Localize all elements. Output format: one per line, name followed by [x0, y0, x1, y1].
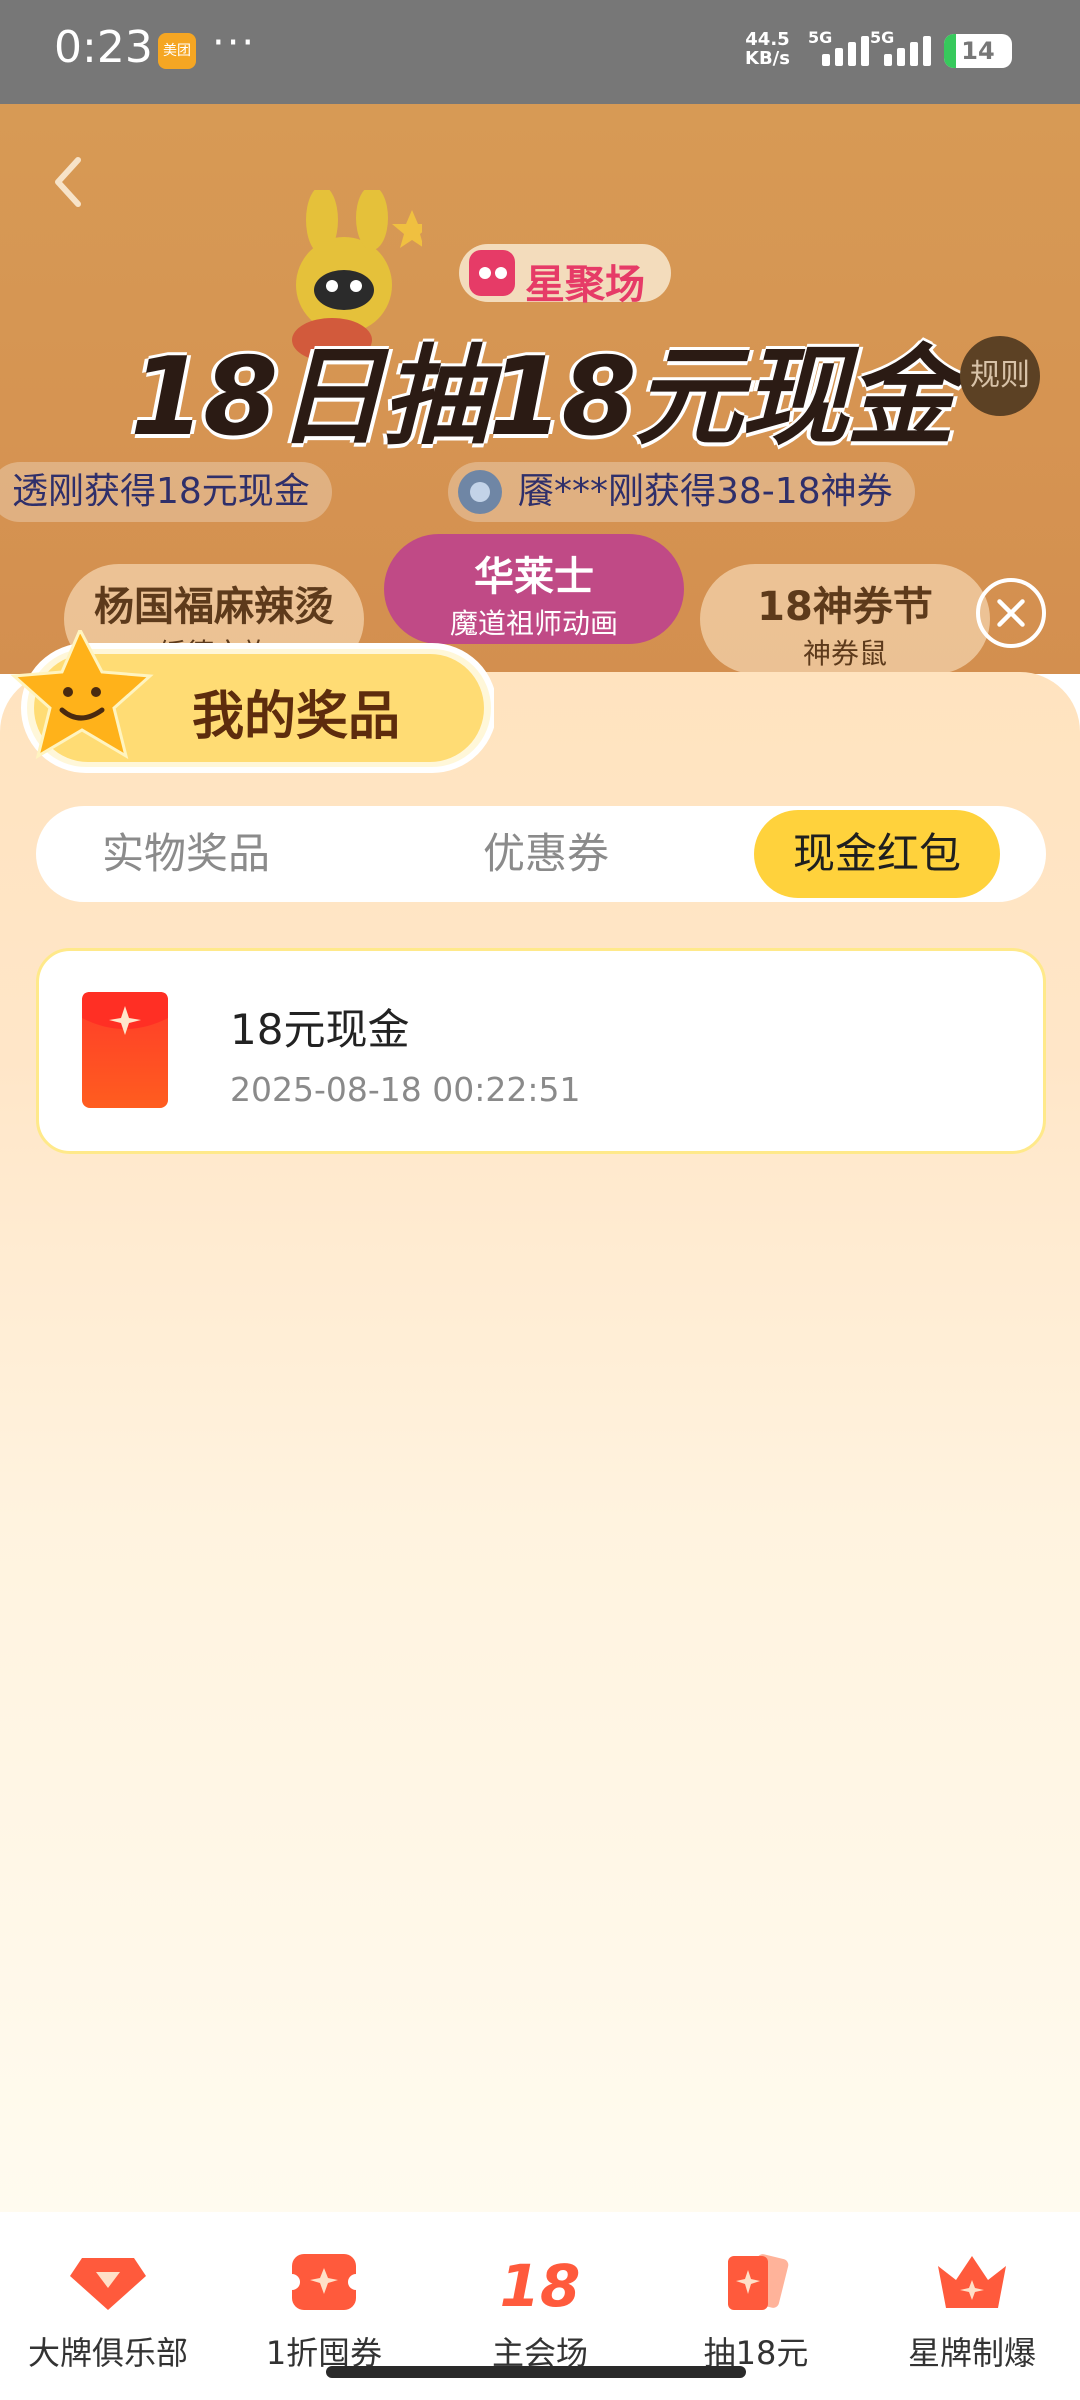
- back-arrow-icon[interactable]: [48, 152, 88, 212]
- nav-label: 大牌俱乐部: [27, 2334, 188, 2372]
- nav-star-brands[interactable]: 星牌制爆: [864, 2250, 1080, 2374]
- more-notifications-icon: ···: [212, 20, 257, 66]
- svg-text:18: 18: [500, 2252, 580, 2314]
- winner-ticker-item: 透刚获得18元现金: [0, 462, 332, 522]
- crown-icon: [938, 2256, 1006, 2308]
- my-prizes-panel: [0, 672, 1080, 2212]
- status-time: 0:23: [54, 22, 153, 73]
- brand-name: 星聚场: [525, 262, 645, 308]
- ticket-icon: [284, 2254, 364, 2310]
- winner-ticker-item: 餍***刚获得38-18神券: [448, 462, 915, 522]
- eighteen-icon: 18: [500, 2252, 580, 2314]
- banner-title: 18日抽18元现金: [130, 335, 955, 460]
- tab-cash-red-packets[interactable]: 现金红包: [754, 810, 1000, 898]
- nav-main-venue[interactable]: 18 主会场: [432, 2250, 648, 2374]
- tab-coupons[interactable]: 优惠券: [426, 806, 666, 902]
- chip-title: 杨国福麻辣烫: [94, 584, 334, 630]
- red-packet-icon: [82, 992, 168, 1108]
- prize-card[interactable]: [36, 948, 1046, 1154]
- panel-title: 我的奖品: [192, 687, 401, 747]
- rules-button[interactable]: 规则: [960, 336, 1040, 416]
- prize-tabs: 实物奖品 优惠券 现金红包: [36, 806, 1046, 902]
- signal-strength-icon-2: [884, 34, 944, 66]
- brand-chip-selected[interactable]: 华莱士 魔道祖师动画: [384, 534, 684, 644]
- tab-physical-prizes[interactable]: 实物奖品: [66, 806, 306, 902]
- ticker-text: 餍***刚获得38-18神券: [518, 471, 893, 512]
- prize-timestamp: 2025-08-18 00:22:51: [230, 1070, 581, 1109]
- close-icon[interactable]: [976, 578, 1046, 648]
- nav-brand-club[interactable]: 大牌俱乐部: [0, 2250, 216, 2374]
- diamond-icon: [70, 2258, 146, 2310]
- home-indicator[interactable]: [326, 2366, 746, 2378]
- nav-discount-coupons[interactable]: 1折囤券: [216, 2250, 432, 2374]
- chip-title: 华莱士: [474, 554, 594, 600]
- nav-label: 星牌制爆: [907, 2334, 1036, 2372]
- prize-name: 18元现金: [230, 1005, 410, 1054]
- network-speed: 44.5 KB/s: [745, 29, 790, 69]
- battery-percent: 14: [961, 37, 995, 65]
- status-bar: 0:23 美团 ··· 44.5 KB/s 5G 5G 14: [0, 0, 1080, 104]
- nav-draw-18[interactable]: 抽18元: [648, 2250, 864, 2374]
- cards-icon: [728, 2254, 789, 2310]
- brand-chip[interactable]: 18神券节 神券鼠: [700, 564, 990, 674]
- chip-subtitle: 神券鼠: [802, 637, 887, 670]
- battery-icon: 14: [944, 34, 1012, 68]
- meituan-app-icon: 美团: [158, 33, 196, 69]
- user-avatar-icon: [458, 470, 502, 514]
- chip-title: 18神券节: [757, 584, 933, 630]
